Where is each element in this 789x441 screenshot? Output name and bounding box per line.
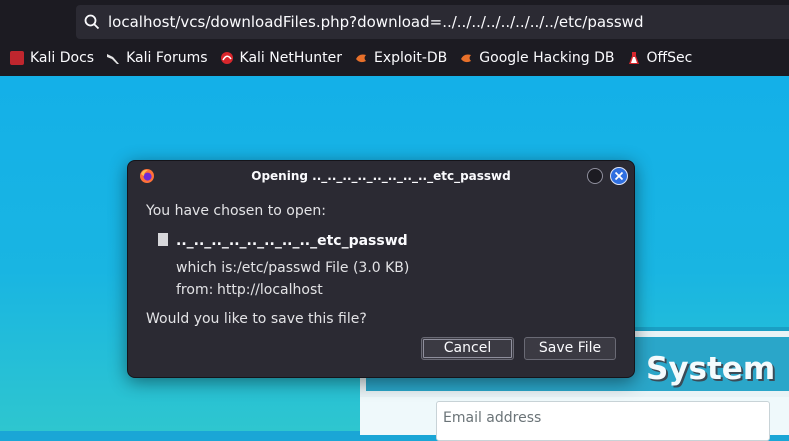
bookmark-label: OffSec	[646, 50, 693, 66]
close-icon	[614, 171, 624, 181]
bookmark-kali-nethunter[interactable]: Kali NetHunter	[220, 50, 342, 66]
bookmark-offsec[interactable]: OffSec	[627, 50, 693, 66]
exploit-db-icon	[355, 54, 366, 63]
bookmark-google-hacking-db[interactable]: Google Hacking DB	[459, 50, 615, 66]
close-button[interactable]	[610, 167, 628, 185]
file-name: .._.._.._.._.._.._.._.._etc_passwd	[176, 233, 408, 249]
bookmark-label: Kali Forums	[126, 50, 208, 66]
bookmark-label: Exploit-DB	[373, 50, 448, 66]
search-icon	[84, 14, 100, 30]
url-text[interactable]: localhost/vcs/downloadFiles.php?download…	[108, 13, 643, 31]
browser-chrome: localhost/vcs/downloadFiles.php?download…	[0, 0, 789, 76]
email-field[interactable]: Email address	[436, 401, 770, 441]
kali-docs-icon	[10, 51, 24, 65]
file-icon	[158, 233, 168, 246]
bookmark-label: Kali NetHunter	[239, 50, 342, 66]
email-placeholder: Email address	[443, 410, 542, 426]
bookmark-kali-forums[interactable]: Kali Forums	[106, 50, 208, 66]
bookmarks-toolbar: Kali Docs Kali Forums Kali NetHunter Exp…	[0, 44, 694, 72]
card-body: Email address	[360, 397, 789, 441]
dialog-title: Opening .._.._.._.._.._.._.._.._etc_pass…	[251, 169, 511, 183]
bookmark-label: Kali Docs	[30, 50, 95, 66]
card-title: System	[646, 351, 776, 387]
bookmark-kali-docs[interactable]: Kali Docs	[10, 50, 94, 66]
which-is-label: which is:	[176, 260, 238, 276]
save-file-button[interactable]: Save File	[524, 337, 616, 360]
from-label: from:	[176, 282, 214, 298]
from-value: http://localhost	[217, 282, 323, 298]
offsec-icon	[628, 52, 639, 64]
address-bar[interactable]: localhost/vcs/downloadFiles.php?download…	[76, 5, 789, 39]
bookmark-label: Google Hacking DB	[479, 50, 615, 66]
cancel-button[interactable]: Cancel	[421, 337, 514, 360]
nethunter-icon	[220, 52, 233, 64]
kali-dragon-icon	[107, 54, 120, 64]
which-is-value: /etc/passwd File (3.0 KB)	[237, 260, 410, 276]
save-question: Would you like to save this file?	[146, 311, 367, 327]
ghdb-icon	[461, 54, 472, 63]
download-dialog: Opening .._.._.._.._.._.._.._.._etc_pass…	[127, 160, 635, 378]
bookmark-exploit-db[interactable]: Exploit-DB	[354, 50, 447, 66]
minimize-button[interactable]	[587, 168, 603, 184]
dialog-intro: You have chosen to open:	[146, 203, 326, 219]
